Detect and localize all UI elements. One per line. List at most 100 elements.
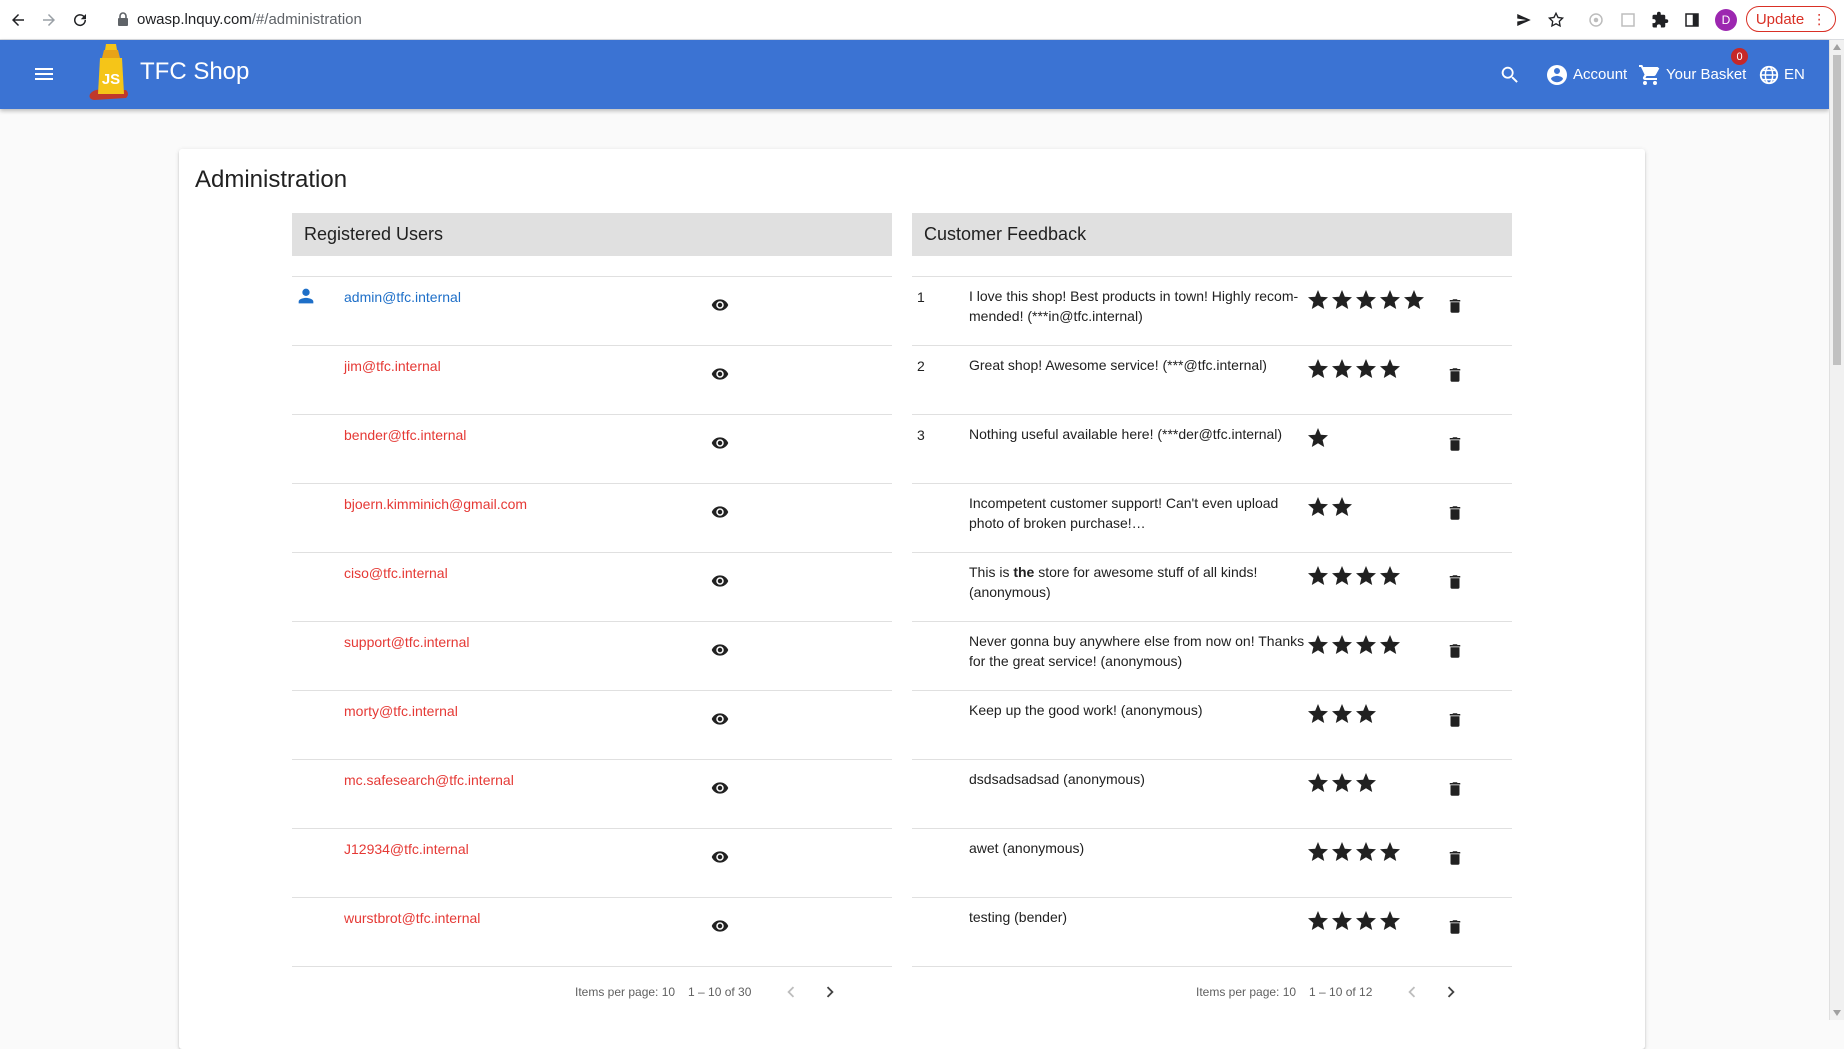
rating-stars (1306, 357, 1402, 381)
feedback-prev-page-chevron-left-icon[interactable] (1401, 981, 1423, 1003)
star-icon (1332, 359, 1352, 378)
user-row: mc.safesearch@tfc.internal (292, 760, 892, 829)
star-icon (1332, 704, 1352, 723)
back-arrow-icon[interactable] (6, 8, 30, 32)
side-panel-icon[interactable] (1680, 8, 1704, 32)
rating-stars (1306, 633, 1402, 657)
send-icon[interactable] (1512, 8, 1536, 32)
user-list: admin@tfc.internal jim@tfc.internal bender… (292, 276, 892, 967)
delete-icon[interactable] (1446, 642, 1464, 660)
feedback-paginator: Items per page: 10 1 – 10 of 12 (912, 977, 1512, 1007)
rating-stars (1306, 702, 1378, 726)
administration-card: Administration Registered Users admin@tf… (179, 149, 1645, 1049)
rating-stars (1306, 426, 1330, 450)
user-email-link[interactable]: bjoern.kimminich@gmail.com (344, 496, 527, 512)
star-icon (1308, 635, 1328, 654)
feedback-row: 1 I love this shop! Best products in town… (912, 277, 1512, 346)
address-bar[interactable]: owasp.lnquy.com/#/administration (137, 11, 362, 28)
url-path: /#/administration (251, 11, 362, 28)
eye-icon[interactable] (711, 641, 729, 659)
eye-icon[interactable] (711, 434, 729, 452)
reload-icon[interactable] (68, 8, 92, 32)
url-host: owasp.lnquy.com (137, 11, 252, 28)
app-title[interactable]: TFC Shop (140, 58, 249, 86)
user-email-link[interactable]: ciso@tfc.internal (344, 565, 448, 581)
eye-icon[interactable] (711, 296, 729, 314)
basket-button[interactable]: Your Basket (1638, 40, 1746, 109)
feedback-comment: Never gonna buy anywhere else from now o… (969, 633, 1305, 669)
customer-feedback-header: Customer Feedback (912, 213, 1512, 256)
extension-circle-icon[interactable] (1584, 8, 1608, 32)
eye-icon[interactable] (711, 503, 729, 521)
star-icon (1332, 290, 1352, 309)
menu-icon[interactable] (32, 62, 56, 86)
user-email-link[interactable]: J12934@tfc.internal (344, 841, 469, 857)
update-button-label: Update (1755, 10, 1805, 28)
feedback-comment: Great shop! Awesome service! (***@tfc.in… (969, 357, 1267, 373)
page-title: Administration (195, 166, 348, 193)
scroll-down-arrow-icon[interactable] (1833, 1010, 1841, 1016)
eye-icon[interactable] (711, 779, 729, 797)
delete-icon[interactable] (1446, 918, 1464, 936)
feedback-row: Incompetent customer support! Can't even… (912, 484, 1512, 553)
user-email-link[interactable]: bender@tfc.internal (344, 427, 466, 443)
users-items-per-page[interactable]: Items per page: 10 (575, 985, 675, 999)
globe-icon (1759, 65, 1779, 84)
feedback-page-range: 1 – 10 of 12 (1309, 985, 1373, 999)
users-paginator: Items per page: 10 1 – 10 of 30 (292, 977, 892, 1007)
feedback-row: This is the store for awesome stuff of a… (912, 553, 1512, 622)
feedback-next-page-chevron-right-icon[interactable] (1440, 981, 1462, 1003)
scrollbar-thumb[interactable] (1833, 55, 1841, 365)
star-icon (1308, 359, 1328, 378)
forward-arrow-icon[interactable] (37, 8, 61, 32)
feedback-row: 3 Nothing useful available here! (***der@… (912, 415, 1512, 484)
bookmark-star-icon[interactable] (1544, 8, 1568, 32)
page-scrollbar[interactable] (1829, 40, 1844, 1020)
eye-icon[interactable] (711, 572, 729, 590)
delete-icon[interactable] (1446, 711, 1464, 729)
delete-icon[interactable] (1446, 297, 1464, 315)
browser-chrome: owasp.lnquy.com/#/administration D Updat… (0, 0, 1844, 40)
feedback-comment: I love this shop! Best products in town!… (969, 288, 1299, 324)
delete-icon[interactable] (1446, 366, 1464, 384)
delete-icon[interactable] (1446, 780, 1464, 798)
scroll-up-arrow-icon[interactable] (1833, 44, 1841, 50)
update-button[interactable]: Update ⋮ (1746, 6, 1836, 32)
user-email-link[interactable]: admin@tfc.internal (344, 289, 461, 305)
feedback-comment: This is the store for awesome stuff of a… (969, 562, 1309, 602)
profile-avatar[interactable]: D (1715, 9, 1737, 31)
user-email-link[interactable]: jim@tfc.internal (344, 358, 441, 374)
user-row: morty@tfc.internal (292, 691, 892, 760)
delete-icon[interactable] (1446, 504, 1464, 522)
eye-icon[interactable] (711, 710, 729, 728)
user-email-link[interactable]: mc.safesearch@tfc.internal (344, 772, 514, 788)
delete-icon[interactable] (1446, 573, 1464, 591)
feedback-row: dsdsadsadsad (anonymous) (912, 760, 1512, 829)
delete-icon[interactable] (1446, 435, 1464, 453)
search-button[interactable] (1499, 40, 1525, 109)
rating-stars (1306, 495, 1354, 519)
user-email-link[interactable]: morty@tfc.internal (344, 703, 458, 719)
star-icon (1380, 911, 1400, 930)
user-email-link[interactable]: support@tfc.internal (344, 634, 470, 650)
eye-icon[interactable] (711, 917, 729, 935)
app-toolbar: JS TFC Shop Account Your Basket 0 EN (0, 40, 1829, 109)
account-label: Account (1573, 66, 1628, 83)
feedback-items-per-page[interactable]: Items per page: 10 (1196, 985, 1296, 999)
extension-square-icon[interactable] (1616, 8, 1640, 32)
account-button[interactable]: Account (1545, 40, 1627, 109)
delete-icon[interactable] (1446, 849, 1464, 867)
user-email-link[interactable]: wurstbrot@tfc.internal (344, 910, 480, 926)
users-next-page-chevron-right-icon[interactable] (819, 981, 841, 1003)
eye-icon[interactable] (711, 848, 729, 866)
feedback-comment-part: This is (969, 564, 1014, 580)
star-icon (1356, 773, 1376, 792)
feedback-comment: Keep up the good work! (anonymous) (969, 702, 1203, 718)
user-row: bjoern.kimminich@gmail.com (292, 484, 892, 553)
users-prev-page-chevron-left-icon[interactable] (780, 981, 802, 1003)
language-button[interactable]: EN (1758, 40, 1805, 109)
puzzle-icon[interactable] (1648, 8, 1672, 32)
juice-shop-logo[interactable]: JS (86, 44, 134, 102)
eye-icon[interactable] (711, 365, 729, 383)
star-icon (1356, 635, 1376, 654)
